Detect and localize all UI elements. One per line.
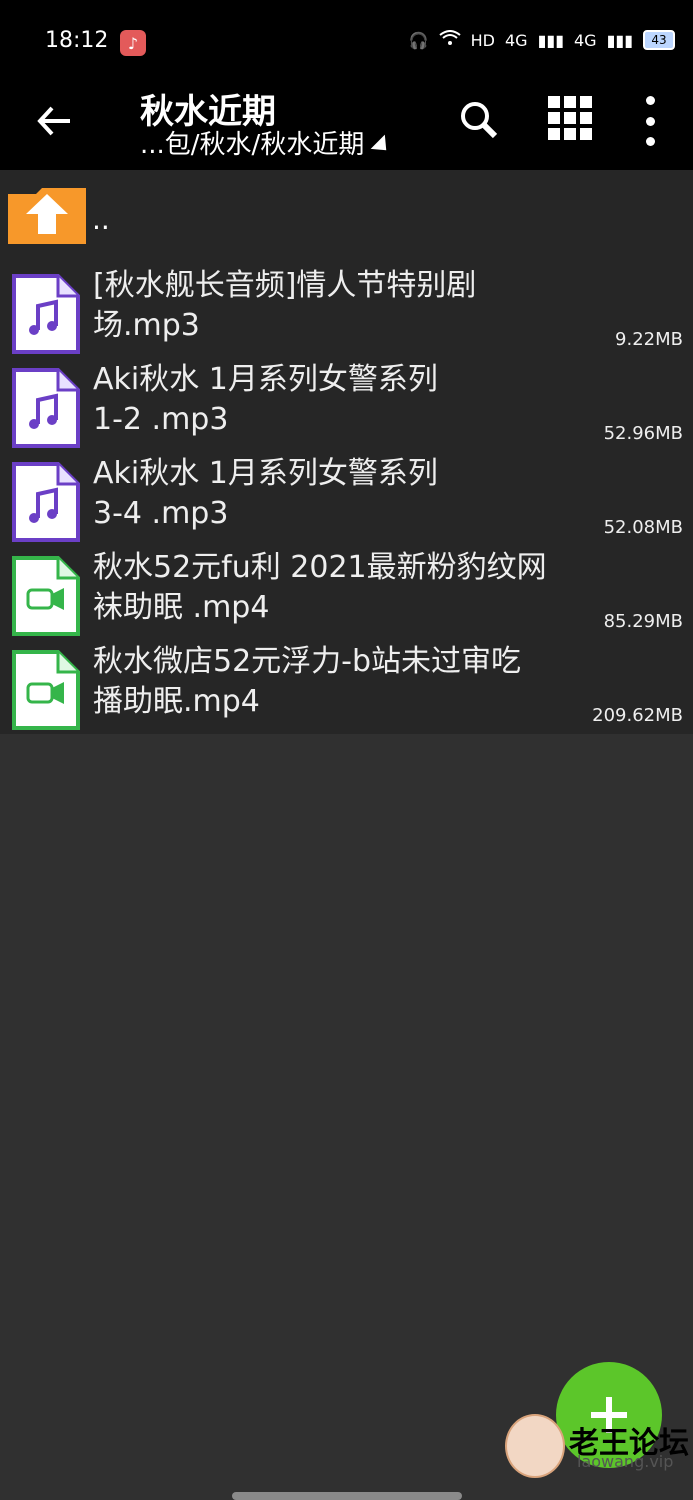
file-name: 秋水52元fu利 2021最新粉豹纹网 袜助眠 .mp4 (93, 548, 593, 628)
grid-icon-cell (548, 128, 560, 140)
status-icons: 🎧 HD 4G ▮▮▮ 4G ▮▮▮ 43 (409, 30, 675, 50)
music-app-icon: ♪ (120, 30, 146, 56)
video-file-icon (12, 650, 80, 730)
signal-1-label: 4G (505, 30, 528, 50)
battery-icon: 43 (643, 30, 675, 50)
signal-2-icon: ▮▮▮ (606, 30, 633, 50)
network-label: HD (470, 30, 495, 50)
watermark-url: laowang.vip (577, 1452, 674, 1471)
signal-1-icon: ▮▮▮ (537, 30, 564, 50)
file-size: 52.08MB (603, 517, 683, 538)
grid-icon-cell (564, 128, 576, 140)
file-name-line-2: 3-4 .mp3 (93, 496, 229, 531)
file-size: 85.29MB (603, 611, 683, 632)
file-name-line-1: Aki秋水 1月系列女警系列 (93, 456, 438, 491)
audio-file-icon (12, 274, 80, 354)
file-name: 秋水微店52元浮力-b站未过审吃 播助眠.mp4 (93, 642, 593, 722)
file-name-line-2: 播助眠.mp4 (93, 684, 260, 719)
arrow-left-icon (37, 106, 70, 136)
watermark: 老王论坛 laowang.vip (505, 1410, 690, 1480)
file-row[interactable]: [秋水舰长音频]情人节特别剧 场.mp3 9.22MB (0, 266, 693, 356)
file-name-line-1: 秋水52元fu利 2021最新粉豹纹网 (93, 550, 547, 585)
audio-file-icon (12, 368, 80, 448)
more-dot-icon (645, 137, 655, 146)
file-size: 9.22MB (615, 329, 683, 350)
path-breadcrumb[interactable]: ...包/秋水/秋水近期 (140, 124, 394, 161)
audio-file-icon (12, 462, 80, 542)
file-name: Aki秋水 1月系列女警系列 1-2 .mp3 (93, 360, 593, 440)
app-bar: 秋水近期 ...包/秋水/秋水近期 (0, 84, 693, 170)
more-options-button[interactable] (640, 96, 660, 146)
search-button[interactable] (455, 96, 505, 146)
file-size: 52.96MB (603, 423, 683, 444)
file-size: 209.62MB (592, 705, 683, 726)
grid-icon-cell (548, 96, 560, 108)
battery-level: 43 (651, 33, 667, 47)
file-row[interactable]: Aki秋水 1月系列女警系列 1-2 .mp3 52.96MB (0, 360, 693, 450)
file-name-line-1: 秋水微店52元浮力-b站未过审吃 (93, 644, 522, 679)
more-dot-icon (645, 116, 655, 126)
grid-view-button[interactable] (548, 96, 592, 140)
file-name-line-1: Aki秋水 1月系列女警系列 (93, 362, 438, 397)
signal-2-label: 4G (574, 30, 597, 50)
file-row[interactable]: 秋水52元fu利 2021最新粉豹纹网 袜助眠 .mp4 85.29MB (0, 548, 693, 638)
file-name: Aki秋水 1月系列女警系列 3-4 .mp3 (93, 454, 593, 534)
file-row[interactable]: 秋水微店52元浮力-b站未过审吃 播助眠.mp4 209.62MB (0, 642, 693, 732)
navigation-handle[interactable] (232, 1492, 462, 1500)
folder-up-icon (8, 188, 86, 244)
status-time: 18:12 (45, 28, 109, 53)
parent-folder-row[interactable]: .. (0, 170, 693, 260)
grid-icon-cell (580, 112, 592, 124)
file-name-line-2: 袜助眠 .mp4 (93, 590, 270, 625)
headphones-icon: 🎧 (408, 30, 429, 50)
file-list: .. [秋水舰长音频]情人节特别剧 场.mp3 9.22MB Aki秋水 1月系… (0, 170, 693, 734)
search-icon (461, 102, 498, 139)
grid-icon-cell (564, 112, 576, 124)
file-name: [秋水舰长音频]情人节特别剧 场.mp3 (93, 266, 593, 346)
path-text: ...包/秋水/秋水近期 (140, 130, 365, 160)
grid-icon-cell (548, 112, 560, 124)
grid-icon-cell (564, 96, 576, 108)
more-dot-icon (645, 96, 655, 105)
watermark-face-icon (505, 1414, 565, 1478)
grid-icon-cell (580, 96, 592, 108)
parent-folder-label: .. (92, 203, 110, 236)
file-name-line-2: 1-2 .mp3 (93, 402, 229, 437)
file-name-line-2: 场.mp3 (93, 308, 200, 343)
video-file-icon (12, 556, 80, 636)
file-row[interactable]: Aki秋水 1月系列女警系列 3-4 .mp3 52.08MB (0, 454, 693, 544)
wifi-icon (439, 30, 461, 50)
grid-icon-cell (580, 128, 592, 140)
status-bar: 18:12 ♪ 🎧 HD 4G ▮▮▮ 4G ▮▮▮ 43 (0, 0, 693, 84)
file-name-line-1: [秋水舰长音频]情人节特别剧 (93, 268, 477, 303)
path-dropdown-icon (371, 134, 394, 157)
back-button[interactable] (30, 96, 80, 146)
